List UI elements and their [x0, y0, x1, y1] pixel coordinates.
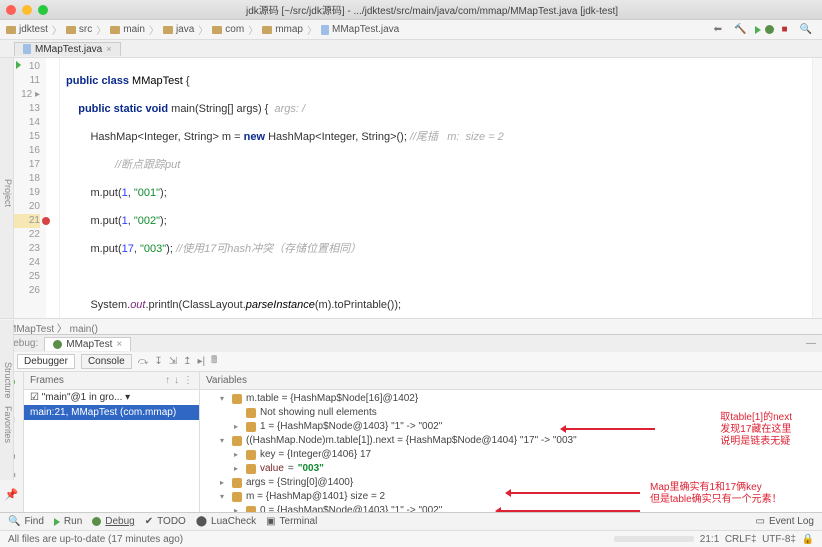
titlebar: jdk源码 [~/src/jdk源码] - .../jdktest/src/ma… [0, 0, 822, 20]
memory-indicator[interactable] [614, 536, 694, 542]
hide-toolwindow-icon[interactable]: — [800, 338, 822, 349]
breadcrumb-item[interactable]: src [66, 24, 92, 35]
folder-icon [110, 26, 120, 34]
variable-row[interactable]: ▸ value = "003" [206, 462, 816, 476]
back-button[interactable]: ⬅ [710, 23, 726, 36]
pin-icon[interactable]: 📌 [5, 488, 19, 501]
breadcrumb-bar: jdktest〉 src〉 main〉 java〉 com〉 mmap〉 MMa… [0, 20, 822, 40]
step-out-icon[interactable]: ↥ [183, 356, 191, 367]
debug-body: ↻ ▸ ■ ● ⊘ ⚙ 📌 Frames ↑↓⋮ ☑ "main"@1 in g… [0, 372, 822, 512]
step-over-icon[interactable]: ⤼ [138, 356, 149, 367]
status-bar: All files are up-to-date (17 minutes ago… [0, 530, 822, 547]
minimize-window-icon[interactable] [22, 5, 32, 15]
annotation: Map里确实有1和17俩key 但是table确实只有一个元素！ [650, 482, 782, 506]
frames-pane: Frames ↑↓⋮ ☑ "main"@1 in gro... ▾ main:2… [24, 372, 200, 512]
variables-tree[interactable]: 取table[1]的next 发现17藏在这里 说明是链表无疑 Map里确实有1… [200, 390, 822, 512]
eventlog-tool[interactable]: ▭ Event Log [756, 516, 815, 527]
find-tool[interactable]: 🔍 Find [8, 516, 44, 527]
force-step-into-icon[interactable]: ⇲ [169, 356, 177, 367]
debug-tool[interactable]: Debug [92, 516, 134, 527]
java-file-icon [23, 44, 31, 54]
breadcrumb-item[interactable]: MMapTest.java [321, 24, 399, 35]
step-into-icon[interactable]: ↧ [154, 356, 162, 367]
project-toolwindow-tab[interactable]: Project [0, 58, 14, 318]
prev-frame-icon[interactable]: ↑ [165, 375, 170, 386]
readonly-lock-icon[interactable]: 🔒 [802, 534, 814, 545]
debug-run-tab[interactable]: MMapTest × [44, 337, 131, 351]
error-stripe[interactable] [812, 58, 822, 318]
window-controls[interactable] [6, 5, 48, 15]
folder-icon [262, 26, 272, 34]
todo-tool[interactable]: ✔ TODO [145, 516, 186, 527]
evaluate-icon[interactable]: 🖩 [211, 353, 217, 370]
variable-row[interactable]: ▾ m.table = {HashMap$Node[16]@1402} [206, 392, 816, 406]
breadcrumb-item[interactable]: jdktest [6, 24, 48, 35]
folder-icon [66, 26, 76, 34]
arrow-icon [500, 510, 640, 512]
build-button[interactable]: 🔨 [730, 23, 750, 36]
editor-tabs: MMapTest.java × [0, 40, 822, 58]
file-icon [321, 25, 329, 35]
variables-pane: Variables 取table[1]的next 发现17藏在这里 说明是链表无… [200, 372, 822, 512]
debug-icon[interactable] [765, 25, 774, 34]
close-tab-icon[interactable]: × [106, 44, 111, 54]
frames-header: Frames ↑↓⋮ [24, 372, 199, 390]
next-frame-icon[interactable]: ↓ [174, 375, 179, 386]
breadcrumb-item[interactable]: main [110, 24, 145, 35]
tab-label: MMapTest.java [35, 44, 102, 55]
run-icon[interactable] [755, 26, 761, 34]
window-title: jdk源码 [~/src/jdk源码] - .../jdktest/src/ma… [48, 2, 816, 17]
caret-position[interactable]: 21:1 [700, 534, 719, 545]
arrow-icon [510, 492, 640, 494]
run-tool[interactable]: Run [54, 516, 82, 527]
breadcrumb-item[interactable]: java [163, 24, 194, 35]
frames-menu-icon[interactable]: ⋮ [183, 375, 193, 386]
luacheck-tool[interactable]: ⬤ LuaCheck [196, 516, 256, 527]
bottom-toolwindows: 🔍 Find Run Debug ✔ TODO ⬤ LuaCheck ▣ Ter… [0, 512, 822, 530]
line-separator[interactable]: CRLF‡ [725, 534, 757, 545]
debugger-tab[interactable]: Debugger [17, 354, 75, 369]
terminal-tool[interactable]: ▣ Terminal [266, 516, 317, 527]
close-window-icon[interactable] [6, 5, 16, 15]
breadcrumb-item[interactable]: com [212, 24, 244, 35]
editor-breadcrumb[interactable]: MMapTest 〉 main() [0, 318, 822, 334]
close-icon[interactable]: × [116, 339, 122, 350]
code-editor[interactable]: public class MMapTest { public static vo… [60, 58, 812, 318]
bug-icon [53, 340, 62, 349]
breadcrumb-item[interactable]: mmap [262, 24, 303, 35]
thread-selector[interactable]: ☑ "main"@1 in gro... ▾ [24, 390, 199, 405]
search-icon[interactable]: 🔍 [796, 23, 816, 36]
folder-icon [163, 26, 173, 34]
editor-tab[interactable]: MMapTest.java × [14, 42, 121, 56]
stack-frame[interactable]: main:21, MMapTest (com.mmap) [24, 405, 199, 420]
folder-icon [212, 26, 222, 34]
left-toolwindow-strip[interactable]: Structure Favorites [0, 320, 14, 480]
editor-area: Project 10 11 12 ▸ 13 14 15 16 17 18 19 … [0, 58, 822, 318]
folder-icon [6, 26, 16, 34]
debug-toolwindow-tabs: Debug: MMapTest × — [0, 334, 822, 352]
variable-row[interactable]: ▸ key = {Integer@1406} 17 [206, 448, 816, 462]
toolbar-right: ⬅ 🔨 ■ 🔍 [710, 23, 816, 36]
line-gutter[interactable]: 10 11 12 ▸ 13 14 15 16 17 18 19 20 21 22… [14, 58, 46, 318]
arrow-icon [565, 428, 655, 430]
variables-header: Variables [200, 372, 822, 390]
stop-button[interactable]: ■ [778, 23, 792, 36]
status-message: All files are up-to-date (17 minutes ago… [8, 534, 183, 545]
file-encoding[interactable]: UTF-8‡ [762, 534, 796, 545]
gutter-icon-strip [46, 58, 60, 318]
zoom-window-icon[interactable] [38, 5, 48, 15]
run-to-cursor-icon[interactable]: ▸| [198, 356, 206, 367]
debug-toolbar: ▸ Debugger Console ⤼ ↧ ⇲ ↥ ▸| 🖩 [0, 352, 822, 372]
console-tab[interactable]: Console [81, 354, 132, 369]
annotation: 取table[1]的next 发现17藏在这里 说明是链表无疑 [720, 412, 792, 448]
